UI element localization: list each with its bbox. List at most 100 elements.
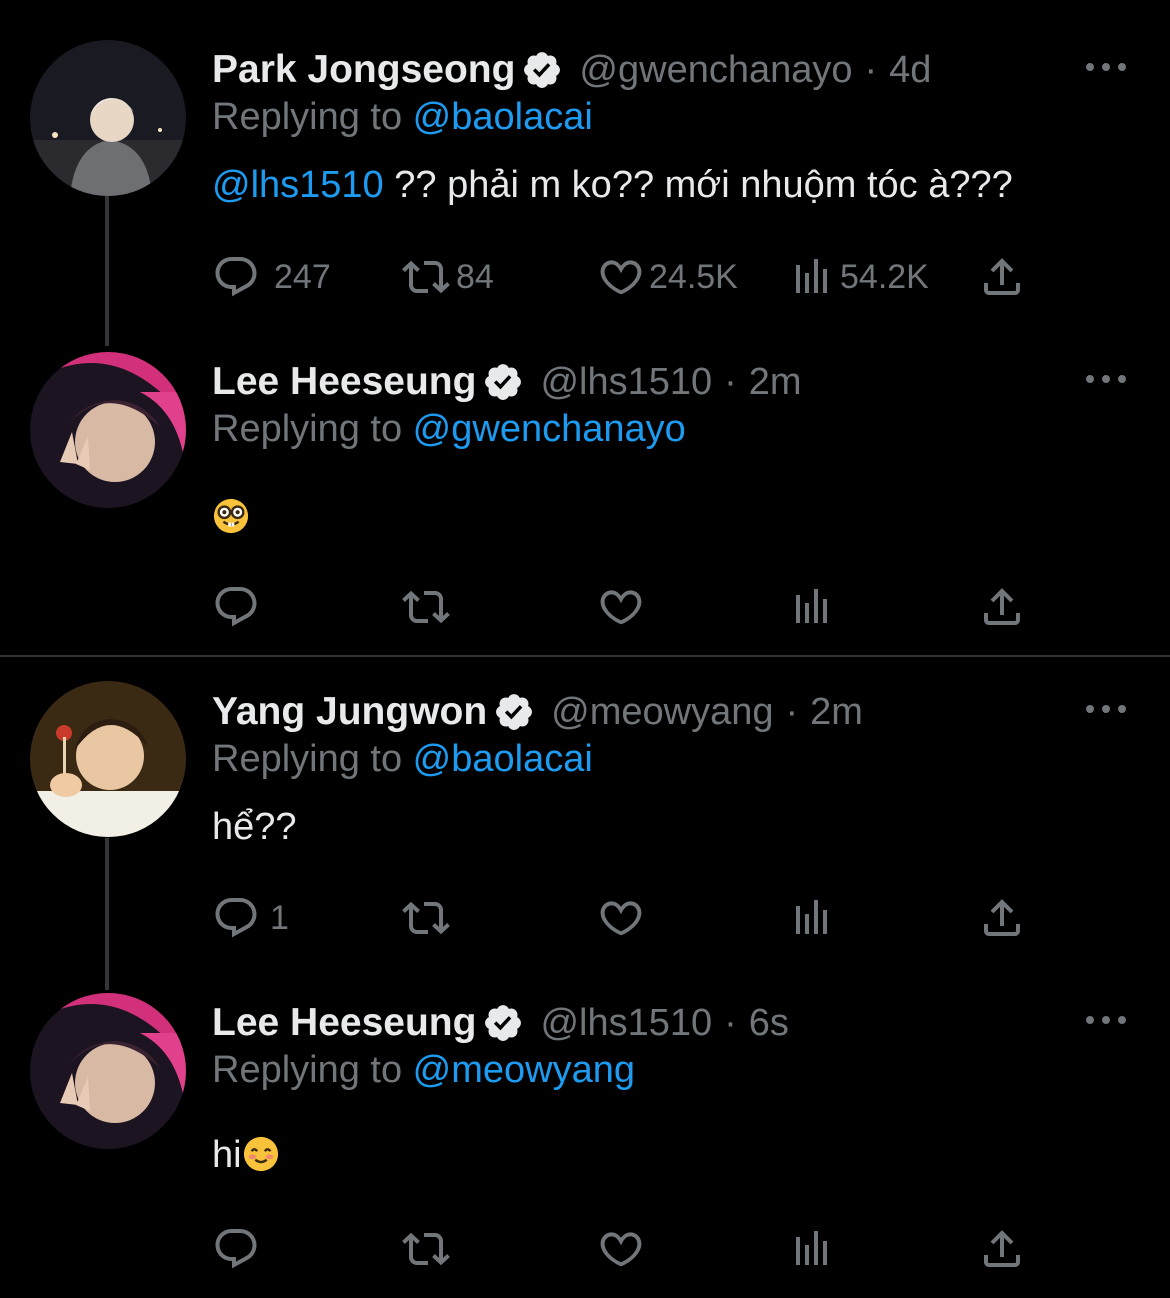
action-bar — [212, 1224, 1042, 1274]
like-button[interactable] — [597, 582, 645, 632]
reply-count: 1 — [270, 898, 289, 937]
tweet[interactable]: Park Jongseong @gwenchanayo · 4d Replyin… — [0, 0, 1170, 340]
avatar[interactable] — [30, 40, 186, 196]
tweet-text — [212, 496, 250, 539]
retweet-count: 84 — [456, 257, 494, 296]
reply-icon — [212, 1225, 260, 1273]
display-name[interactable]: Lee Heeseung — [212, 1001, 476, 1045]
replying-to-label: Replying to — [212, 738, 413, 780]
separator-dot: · — [864, 48, 878, 91]
views-button[interactable]: 54.2K — [788, 252, 929, 302]
reply-button[interactable] — [212, 582, 260, 632]
share-icon — [978, 894, 1026, 942]
heart-icon — [597, 1225, 645, 1273]
reply-icon — [212, 894, 260, 942]
like-button[interactable] — [597, 1224, 645, 1274]
mention-link[interactable]: @gwenchanayo — [413, 408, 686, 450]
smiling-face-emoji-icon — [242, 1135, 280, 1173]
tweet-body: hi — [212, 1134, 242, 1176]
like-button[interactable]: 24.5K — [597, 252, 738, 302]
display-name[interactable]: Yang Jungwon — [212, 690, 487, 734]
more-options-icon[interactable] — [1086, 57, 1126, 77]
separator-dot: · — [724, 360, 737, 403]
heart-icon — [597, 583, 645, 631]
tweet[interactable]: Lee Heeseung @lhs1510 · 2m Replying to @… — [0, 340, 1170, 654]
reply-count: 247 — [274, 257, 331, 296]
timestamp[interactable]: 2m — [749, 361, 802, 404]
views-icon — [788, 253, 836, 301]
reply-icon — [212, 253, 260, 301]
share-button[interactable] — [978, 582, 1026, 632]
handle[interactable]: @meowyang — [551, 691, 773, 734]
tweet-text: hể?? — [212, 806, 297, 849]
display-name[interactable]: Park Jongseong — [212, 48, 515, 92]
verified-icon — [521, 49, 563, 91]
share-button[interactable] — [978, 1224, 1026, 1274]
retweet-icon — [402, 894, 450, 942]
retweet-icon — [402, 583, 450, 631]
separator-dot: · — [785, 690, 799, 733]
like-button[interactable] — [597, 893, 645, 943]
replying-to: Replying to @baolacai — [212, 96, 593, 139]
reply-button[interactable]: 1 — [212, 893, 289, 943]
avatar[interactable] — [30, 352, 186, 508]
tweet-body: ?? phải m ko?? mới nhuộm tóc à??? — [383, 164, 1013, 206]
reply-icon — [212, 583, 260, 631]
heart-icon — [597, 894, 645, 942]
views-icon — [788, 1225, 836, 1273]
replying-to: Replying to @baolacai — [212, 738, 593, 781]
mention-link[interactable]: @meowyang — [413, 1049, 635, 1091]
avatar[interactable] — [30, 993, 186, 1149]
avatar[interactable] — [30, 681, 186, 837]
replying-to-label: Replying to — [212, 1049, 413, 1091]
verified-icon — [493, 691, 535, 733]
share-icon — [978, 583, 1026, 631]
views-button[interactable] — [788, 893, 836, 943]
mention-link[interactable]: @lhs1510 — [212, 164, 384, 206]
like-count: 24.5K — [649, 257, 738, 296]
handle[interactable]: @gwenchanayo — [579, 49, 852, 92]
nerd-face-emoji-icon — [212, 497, 250, 535]
retweet-button[interactable] — [402, 1224, 450, 1274]
tweet[interactable]: Lee Heeseung @lhs1510 · 6s Replying to @… — [0, 978, 1170, 1298]
retweet-icon — [402, 1225, 450, 1273]
verified-icon — [482, 1002, 524, 1044]
action-bar — [212, 582, 1042, 632]
more-options-icon[interactable] — [1086, 1010, 1126, 1030]
separator-dot: · — [724, 1001, 737, 1044]
mention-link[interactable]: @baolacai — [413, 96, 593, 138]
share-button[interactable] — [978, 252, 1026, 302]
replying-to-label: Replying to — [212, 408, 413, 450]
retweet-icon — [402, 253, 450, 301]
views-button[interactable] — [788, 1224, 836, 1274]
action-bar: 247 84 24.5K 54.2K — [212, 252, 1042, 302]
retweet-button[interactable] — [402, 893, 450, 943]
handle[interactable]: @lhs1510 — [540, 361, 712, 404]
replying-to: Replying to @meowyang — [212, 1049, 635, 1092]
retweet-button[interactable] — [402, 582, 450, 632]
views-icon — [788, 583, 836, 631]
tweet-body: hể?? — [212, 806, 297, 848]
display-name[interactable]: Lee Heeseung — [212, 360, 476, 404]
view-count: 54.2K — [840, 257, 929, 296]
timestamp[interactable]: 6s — [749, 1002, 789, 1045]
action-bar: 1 — [212, 893, 1042, 943]
retweet-button[interactable]: 84 — [402, 252, 494, 302]
more-options-icon[interactable] — [1086, 699, 1126, 719]
tweet-text: hi — [212, 1134, 280, 1177]
replying-to: Replying to @gwenchanayo — [212, 408, 686, 451]
handle[interactable]: @lhs1510 — [540, 1002, 712, 1045]
more-options-icon[interactable] — [1086, 369, 1126, 389]
views-button[interactable] — [788, 582, 836, 632]
timestamp[interactable]: 4d — [889, 49, 931, 92]
tweet[interactable]: Yang Jungwon @meowyang · 2m Replying to … — [0, 657, 1170, 977]
timestamp[interactable]: 2m — [810, 691, 863, 734]
reply-button[interactable]: 247 — [212, 252, 331, 302]
reply-button[interactable] — [212, 1224, 260, 1274]
mention-link[interactable]: @baolacai — [413, 738, 593, 780]
verified-icon — [482, 361, 524, 403]
tweet-text: @lhs1510 ?? phải m ko?? mới nhuộm tóc à?… — [212, 164, 1013, 207]
views-icon — [788, 894, 836, 942]
share-button[interactable] — [978, 893, 1026, 943]
share-icon — [978, 1225, 1026, 1273]
